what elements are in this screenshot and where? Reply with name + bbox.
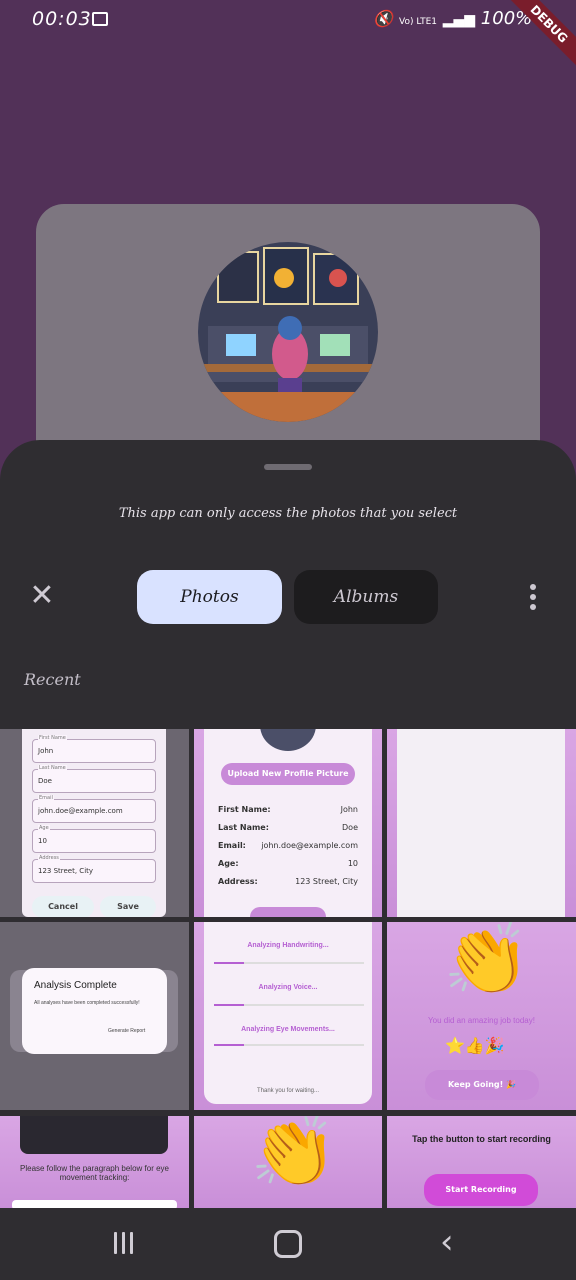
analysis-screen <box>204 922 372 1104</box>
video-preview <box>20 1116 168 1154</box>
photo-thumbnail-blank[interactable] <box>387 729 576 917</box>
more-options-icon[interactable] <box>530 584 538 614</box>
form-field: Email john.doe@example.com <box>32 795 156 823</box>
home-icon[interactable] <box>274 1230 302 1258</box>
status-bar: 00:03 🔇 Vo) LTE1 ▂▄▆ 100% <box>0 0 576 40</box>
record-title: Tap the button to start recording <box>412 1134 551 1144</box>
signal-icon: ▂▄▆ <box>442 12 476 28</box>
progress-bar <box>214 962 364 964</box>
form-field: Address 123 Street, City <box>32 855 156 883</box>
dialog-body: All analyses have been completed success… <box>34 1000 140 1006</box>
image-notification-icon <box>92 12 108 26</box>
profile-row: Last Name: Doe <box>218 823 358 832</box>
edit-button <box>250 907 326 917</box>
photo-thumbnail-praise[interactable]: 👏 You did an amazing job today! ⭐👍🎉 Keep… <box>387 922 576 1110</box>
profile-row: Age: 10 <box>218 859 358 868</box>
blank-screen <box>397 729 565 917</box>
profile-row: Email: john.doe@example.com <box>218 841 358 850</box>
photo-thumbnail-record[interactable]: Tap the button to start recording Start … <box>387 1116 576 1208</box>
praise-message: You did an amazing job today! <box>428 1016 535 1025</box>
form-field: Last Name Doe <box>32 765 156 793</box>
photo-thumbnail-form[interactable]: First Name John Last Name Doe Email john.do… <box>0 729 189 917</box>
analysis-item: Analyzing Voice... <box>258 984 318 991</box>
dialog-title: Analysis Complete <box>34 980 117 991</box>
generate-report-button: Generate Report <box>108 1028 146 1034</box>
cancel-button: Cancel <box>32 896 94 917</box>
mute-icon: 🔇 <box>373 9 394 28</box>
drag-handle[interactable] <box>264 464 312 470</box>
analysis-item: Analyzing Handwriting... <box>247 942 329 949</box>
clap-icon: 👏 <box>443 922 531 1000</box>
keep-going-button: Keep Going! 🎉 <box>425 1070 539 1100</box>
progress-bar <box>214 1044 364 1046</box>
tab-photos[interactable]: Photos <box>137 570 282 624</box>
avatar <box>198 242 378 422</box>
clap-icon: 👏 <box>250 1116 338 1192</box>
eye-tracking-text: Please follow the paragraph below for ey… <box>20 1164 169 1182</box>
photo-thumbnail-analysis[interactable]: Analyzing Handwriting... Analyzing Voice… <box>194 922 382 1110</box>
recent-apps-icon[interactable] <box>114 1232 138 1254</box>
analysis-footer: Thank you for waiting... <box>256 1088 320 1094</box>
start-recording-button: Start Recording <box>424 1174 538 1206</box>
tab-albums[interactable]: Albums <box>294 570 438 624</box>
paragraph-box <box>12 1200 177 1208</box>
photo-thumbnail-profile[interactable]: Upload New Profile Picture First Name: Jo… <box>194 729 382 917</box>
upload-button: Upload New Profile Picture <box>221 763 355 785</box>
photo-thumbnail-eye[interactable]: Please follow the paragraph below for ey… <box>0 1116 189 1208</box>
back-icon[interactable]: ‹ <box>440 1225 454 1259</box>
section-title-recent: Recent <box>24 670 81 689</box>
photo-thumbnail-dialog[interactable]: Analysis Complete All analyses have been… <box>0 922 189 1110</box>
progress-bar <box>214 1004 364 1006</box>
star-thumbs-party-icons: ⭐👍🎉 <box>445 1038 505 1055</box>
network-label: Vo) LTE1 <box>398 17 438 27</box>
profile-row: First Name: John <box>218 805 358 814</box>
save-button: Save <box>100 896 156 917</box>
form-field: Age 10 <box>32 825 156 853</box>
form-field: First Name John <box>32 735 156 763</box>
status-time: 00:03 <box>32 8 92 30</box>
photo-thumbnail-clap[interactable]: 👏 <box>194 1116 382 1208</box>
profile-row: Address: 123 Street, City <box>218 877 358 886</box>
analysis-item: Analyzing Eye Movements... <box>241 1026 335 1033</box>
picker-notice: This app can only access the photos that… <box>118 506 458 521</box>
close-icon[interactable]: ✕ <box>28 581 56 611</box>
